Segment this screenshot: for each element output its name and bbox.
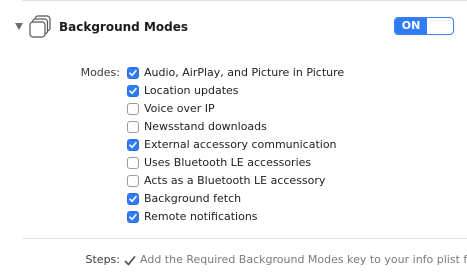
checkbox-unchecked[interactable] [127,103,139,115]
mode-label: Newsstand downloads [144,120,267,133]
mode-label: Voice over IP [144,102,215,115]
steps-text: Add the Required Background Modes key to… [140,253,467,266]
modes-label: Modes: [80,66,120,79]
mode-label: Location updates [144,84,239,97]
checkbox-checked[interactable] [127,85,139,97]
checkbox-checked[interactable] [127,193,139,205]
mode-label: Remote notifications [144,210,258,223]
bottom-divider [22,238,467,239]
mode-label: Background fetch [144,192,242,205]
capability-toggle[interactable]: ON [394,17,454,35]
steps-label: Steps: [85,253,120,266]
checkbox-checked[interactable] [127,139,139,151]
mode-label: Audio, AirPlay, and Picture in Picture [144,66,345,79]
mode-label: Uses Bluetooth LE accessories [144,156,312,169]
checkbox-unchecked[interactable] [127,157,139,169]
top-divider [22,0,467,1]
checkbox-unchecked[interactable] [127,121,139,133]
mode-label: Acts as a Bluetooth LE accessory [144,174,326,187]
capability-title: Background Modes [59,20,188,34]
checkbox-unchecked[interactable] [127,175,139,187]
checkbox-checked[interactable] [127,211,139,223]
checkmark-icon [124,252,136,266]
background-modes-icon [28,13,54,39]
mode-label: External accessory communication [144,138,337,151]
toggle-on-label: ON [395,18,427,34]
checkbox-checked[interactable] [127,67,139,79]
disclosure-triangle-down-icon[interactable] [15,23,23,30]
